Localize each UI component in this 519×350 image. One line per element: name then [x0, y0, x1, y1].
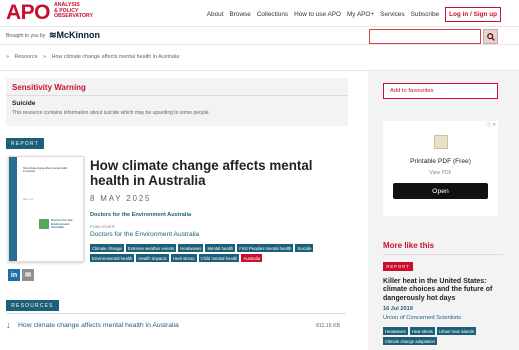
related-org-link[interactable]: Union of Concerned Scientists [383, 315, 461, 321]
sensitivity-warning: Sensitivity Warning Suicide This resourc… [6, 78, 348, 126]
topic-tag[interactable]: Environmental health [90, 254, 135, 263]
topic-tag[interactable]: First Peoples mental health [237, 244, 294, 253]
topic-tag[interactable]: Child mental health [198, 254, 240, 263]
site-header: APO Analysis & Policy Observatory About … [0, 0, 519, 27]
nav-how-to-use[interactable]: How to use APO [294, 11, 341, 18]
nav-about[interactable]: About [207, 11, 224, 18]
publisher-link[interactable]: Doctors for the Environment Australia [90, 231, 199, 238]
nav-browse[interactable]: Browse [230, 11, 251, 18]
related-topic-tag[interactable]: Urban heat islands [436, 327, 476, 336]
topic-tag[interactable]: Australia [241, 254, 263, 263]
ad-image [434, 135, 448, 149]
warning-title: Sensitivity Warning [12, 83, 86, 92]
breadcrumb-resource[interactable]: Resource [15, 54, 38, 60]
ad-close-icon[interactable]: ⓘ ✕ [486, 122, 496, 128]
logo[interactable]: APO [6, 2, 51, 24]
author-link[interactable]: Doctors for the Environment Australia [90, 212, 191, 218]
search-input[interactable] [369, 29, 481, 44]
add-to-favourites-button[interactable]: Add to favourites [383, 83, 498, 99]
publisher-label: Publisher [90, 225, 116, 229]
topic-tag[interactable]: Health impacts [136, 254, 169, 263]
publication-date: 8 MAY 2025 [90, 194, 152, 203]
download-icon[interactable]: ↓ [6, 320, 11, 330]
related-title-link[interactable]: Killer heat in the United States: climat… [383, 278, 508, 303]
topic-tag[interactable]: Heatwaves [178, 244, 204, 253]
topic-tag[interactable]: Climate change [90, 244, 124, 253]
related-topic-tag[interactable]: Heat stress [409, 327, 435, 336]
login-button[interactable]: Log in / Sign up [445, 7, 501, 22]
divider [6, 95, 348, 96]
cover-logo: Doctors for the Environment Australia [39, 217, 75, 235]
divider [6, 313, 346, 314]
logo-line: Observatory [54, 13, 93, 20]
ad-open-button[interactable]: Open [393, 183, 488, 199]
email-icon[interactable]: ✉ [22, 269, 34, 281]
warning-topic: Suicide [12, 100, 36, 107]
resource-file-row[interactable]: ↓ How climate change affects mental heal… [6, 320, 342, 332]
report-cover-thumbnail[interactable]: How climate change affects mental health… [8, 156, 84, 262]
related-topic-tag[interactable]: Climate change adaptation [383, 337, 437, 346]
ad-subtitle: View PDF [429, 170, 452, 176]
breadcrumb-separator: » [6, 54, 9, 60]
logo-text[interactable]: Analysis & Policy Observatory [54, 2, 93, 20]
nav-collections[interactable]: Collections [257, 11, 288, 18]
more-like-this-heading: More like this [383, 241, 435, 250]
resource-file-link[interactable]: How climate change affects mental health… [18, 322, 179, 329]
cover-title: How climate change affects mental health… [23, 167, 68, 173]
related-topic-tag[interactable]: Heatwaves [383, 327, 408, 336]
page-title: How climate change affects mental health… [90, 158, 313, 188]
topic-tag[interactable]: Extreme weather events [125, 244, 177, 253]
share-buttons: in ✉ [8, 269, 34, 281]
top-nav: About Browse Collections How to use APO … [207, 7, 501, 22]
cover-logo-mark [39, 219, 49, 229]
warning-description: This resource contains information about… [12, 110, 210, 116]
divider [383, 254, 503, 255]
related-date: 16 Jul 2019 [383, 306, 413, 312]
search-button[interactable] [483, 29, 498, 44]
nav-services[interactable]: Services [380, 11, 405, 18]
brought-to-you-label: Brought to you by [6, 33, 46, 39]
cover-date: MAY 2025 [23, 199, 34, 201]
ad-title: Printable PDF (Free) [410, 158, 471, 165]
cover-logo-text: Doctors for the Environment Australia [51, 218, 73, 229]
cover-accent [9, 157, 17, 261]
related-type-badge: REPORT [383, 262, 413, 271]
topic-tag[interactable]: Suicide [295, 244, 314, 253]
topic-tags: Climate change Extreme weather events Heat… [90, 244, 340, 263]
breadcrumb-separator: » [43, 54, 47, 60]
search-icon [486, 32, 495, 41]
sponsor-name: McKinnon [56, 30, 101, 40]
nav-my-apo[interactable]: My APO+ [347, 11, 374, 18]
file-size: 811.15 KB [316, 323, 340, 329]
report-type-badge: REPORT [6, 138, 44, 149]
sidebar: Add to favourites ⓘ ✕ Printable PDF (Fre… [368, 71, 519, 350]
topic-tag[interactable]: Mental health [205, 244, 236, 253]
topic-tag[interactable]: Heat stress [170, 254, 197, 263]
breadcrumb: » Resource » How climate change affects … [6, 54, 183, 60]
resources-heading: RESOURCES [6, 300, 59, 311]
sponsor-logo[interactable]: ≋McKinnon [49, 30, 100, 41]
linkedin-icon[interactable]: in [8, 269, 20, 281]
nav-subscribe[interactable]: Subscribe [411, 11, 439, 18]
related-tags: Heatwaves Heat stress Urban heat islands Cl… [383, 327, 508, 346]
advertisement[interactable]: ⓘ ✕ Printable PDF (Free) View PDF Open [383, 121, 498, 216]
breadcrumb-current: How climate change affects mental health… [51, 54, 180, 60]
